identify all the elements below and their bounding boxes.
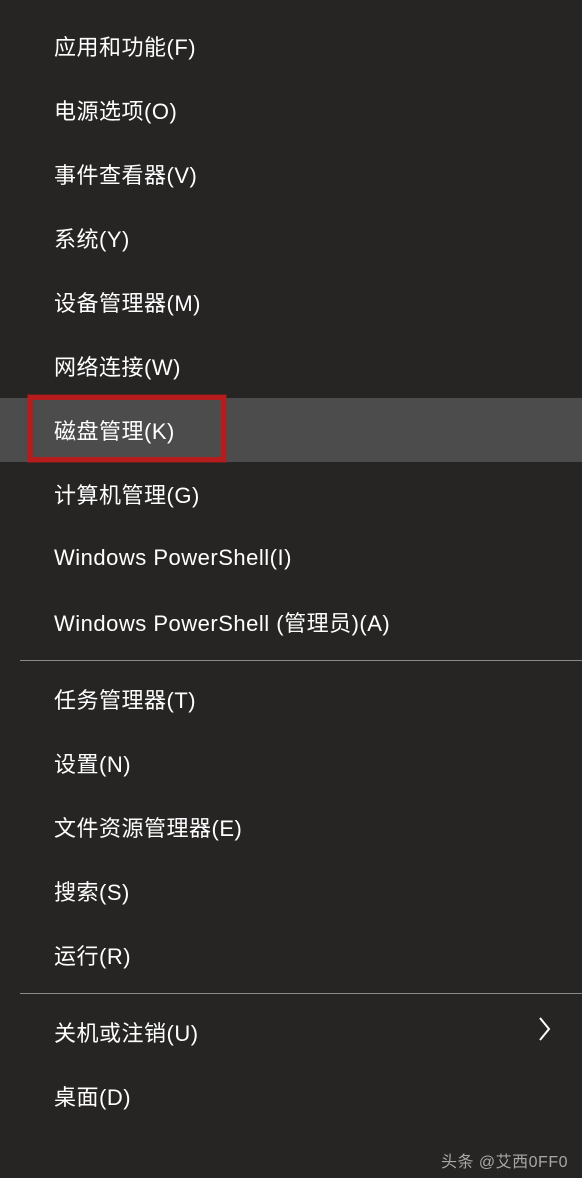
menu-separator (20, 993, 582, 994)
menu-item-label: 系统(Y) (54, 222, 130, 254)
menu-item-desktop[interactable]: 桌面(D) (0, 1064, 582, 1128)
chevron-right-icon (538, 1016, 552, 1049)
menu-item-label: 计算机管理(G) (54, 478, 200, 510)
menu-item-settings[interactable]: 设置(N) (0, 731, 582, 795)
menu-item-powershell-admin[interactable]: Windows PowerShell (管理员)(A) (0, 590, 582, 654)
menu-item-shutdown-signout[interactable]: 关机或注销(U) (0, 1000, 582, 1064)
menu-item-label: 设置(N) (54, 747, 131, 779)
menu-item-event-viewer[interactable]: 事件查看器(V) (0, 142, 582, 206)
menu-item-label: 磁盘管理(K) (54, 414, 175, 446)
menu-item-task-manager[interactable]: 任务管理器(T) (0, 667, 582, 731)
menu-item-device-manager[interactable]: 设备管理器(M) (0, 270, 582, 334)
menu-item-label: 关机或注销(U) (54, 1016, 199, 1048)
menu-item-power-options[interactable]: 电源选项(O) (0, 78, 582, 142)
menu-item-label: 运行(R) (54, 939, 131, 971)
menu-item-apps-features[interactable]: 应用和功能(F) (0, 14, 582, 78)
menu-item-label: 电源选项(O) (54, 94, 177, 126)
menu-item-computer-management[interactable]: 计算机管理(G) (0, 462, 582, 526)
menu-item-label: Windows PowerShell(I) (54, 545, 292, 571)
menu-item-powershell[interactable]: Windows PowerShell(I) (0, 526, 582, 590)
menu-item-label: 任务管理器(T) (54, 683, 196, 715)
winx-menu: 应用和功能(F) 电源选项(O) 事件查看器(V) 系统(Y) 设备管理器(M)… (0, 0, 582, 1178)
menu-item-disk-management[interactable]: 磁盘管理(K) (0, 398, 582, 462)
menu-item-search[interactable]: 搜索(S) (0, 859, 582, 923)
menu-item-file-explorer[interactable]: 文件资源管理器(E) (0, 795, 582, 859)
menu-item-label: 桌面(D) (54, 1080, 131, 1112)
menu-item-label: Windows PowerShell (管理员)(A) (54, 606, 390, 638)
menu-item-label: 应用和功能(F) (54, 30, 196, 62)
menu-item-run[interactable]: 运行(R) (0, 923, 582, 987)
menu-item-label: 文件资源管理器(E) (54, 811, 242, 843)
menu-item-system[interactable]: 系统(Y) (0, 206, 582, 270)
menu-item-label: 事件查看器(V) (54, 158, 197, 190)
menu-separator (20, 660, 582, 661)
menu-item-label: 网络连接(W) (54, 350, 181, 382)
menu-item-label: 设备管理器(M) (54, 286, 201, 318)
menu-item-network-connections[interactable]: 网络连接(W) (0, 334, 582, 398)
menu-item-label: 搜索(S) (54, 875, 130, 907)
watermark-text: 头条 @艾西0FF0 (441, 1148, 568, 1172)
